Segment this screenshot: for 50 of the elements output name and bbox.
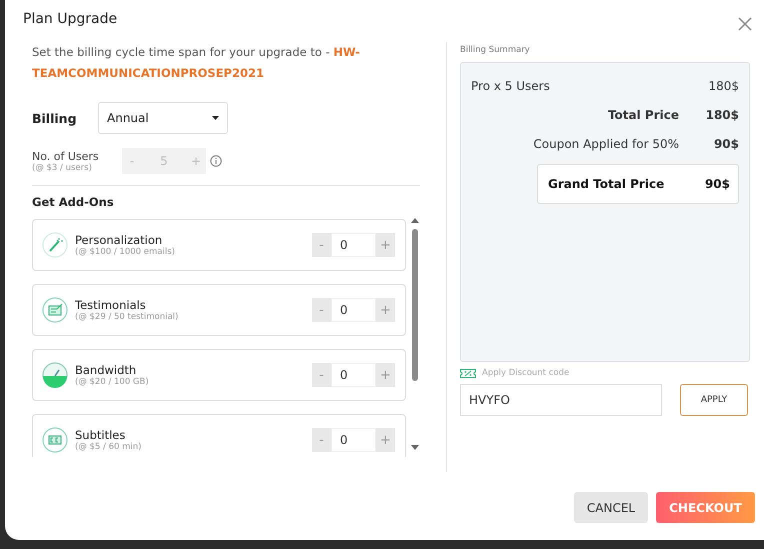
scrollbar[interactable] [410,217,420,451]
addon-name: Subtitles [75,428,126,442]
apply-button[interactable]: APPLY [680,384,748,416]
summary-label: Pro x 5 Users [471,78,550,92]
gauge-icon [42,362,68,388]
addon-rate: (@ $29 / 50 testimonial) [75,312,180,322]
summary-label: Coupon Applied for 50% [533,136,679,150]
summary-label: Total Price [608,108,679,122]
decrement-button[interactable]: - [312,428,331,452]
cancel-button[interactable]: CANCEL [574,492,648,523]
billing-label: Billing [32,110,78,126]
summary-amount: 90$ [712,136,739,150]
grand-total-label: Grand Total Price [548,177,664,191]
billing-select[interactable]: Annual [98,102,228,134]
coupon-icon [460,368,476,378]
increment-button[interactable]: + [376,363,395,387]
quantity-field[interactable]: 0 [331,363,376,387]
addons-heading: Get Add-Ons [32,195,115,209]
summary-title: Billing Summary [460,45,531,55]
increment-button[interactable]: + [376,233,395,257]
quantity-field[interactable]: 0 [331,298,376,322]
addon-name: Bandwidth [75,363,138,377]
addon-name: Personalization [75,233,164,247]
caret-icon [212,116,219,120]
increment-button[interactable]: + [376,298,395,322]
intro-text: Set the billing cycle time span for your upgrade to - HW-TEAMCOMMUNICATIONPROSEP2021 [32,44,361,82]
increment-button[interactable]: + [376,428,395,452]
addon-rate: (@ $100 / 1000 emails) [75,247,176,257]
summary-amount: 180$ [707,78,739,92]
form-icon [42,297,68,323]
close-icon[interactable] [738,17,752,31]
quantity-field[interactable]: 0 [331,428,376,452]
wand-icon [42,232,68,258]
addon-rate: (@ $20 / 100 GB) [75,377,150,387]
captions-icon [42,427,68,453]
discount-label: Apply Discount code [482,368,570,378]
summary-amount: 180$ [704,108,739,122]
info-icon[interactable] [210,155,222,167]
users-label: No. of Users [32,150,100,162]
checkout-button[interactable]: CHECKOUT [656,492,755,523]
users-rate: (@ $3 / users) [32,162,93,172]
grand-total-amount: 90$ [704,177,730,191]
quantity-field[interactable]: 0 [331,233,376,257]
addon-rate: (@ $5 / 60 min) [75,442,142,452]
discount-code-field[interactable]: HVYFO [460,384,662,416]
decrement-button[interactable]: - [312,363,331,387]
decrement-button[interactable]: - [312,298,331,322]
dialog-title: Plan Upgrade [23,11,118,27]
addon-name: Testimonials [75,298,147,312]
decrement-button[interactable]: - [312,233,331,257]
